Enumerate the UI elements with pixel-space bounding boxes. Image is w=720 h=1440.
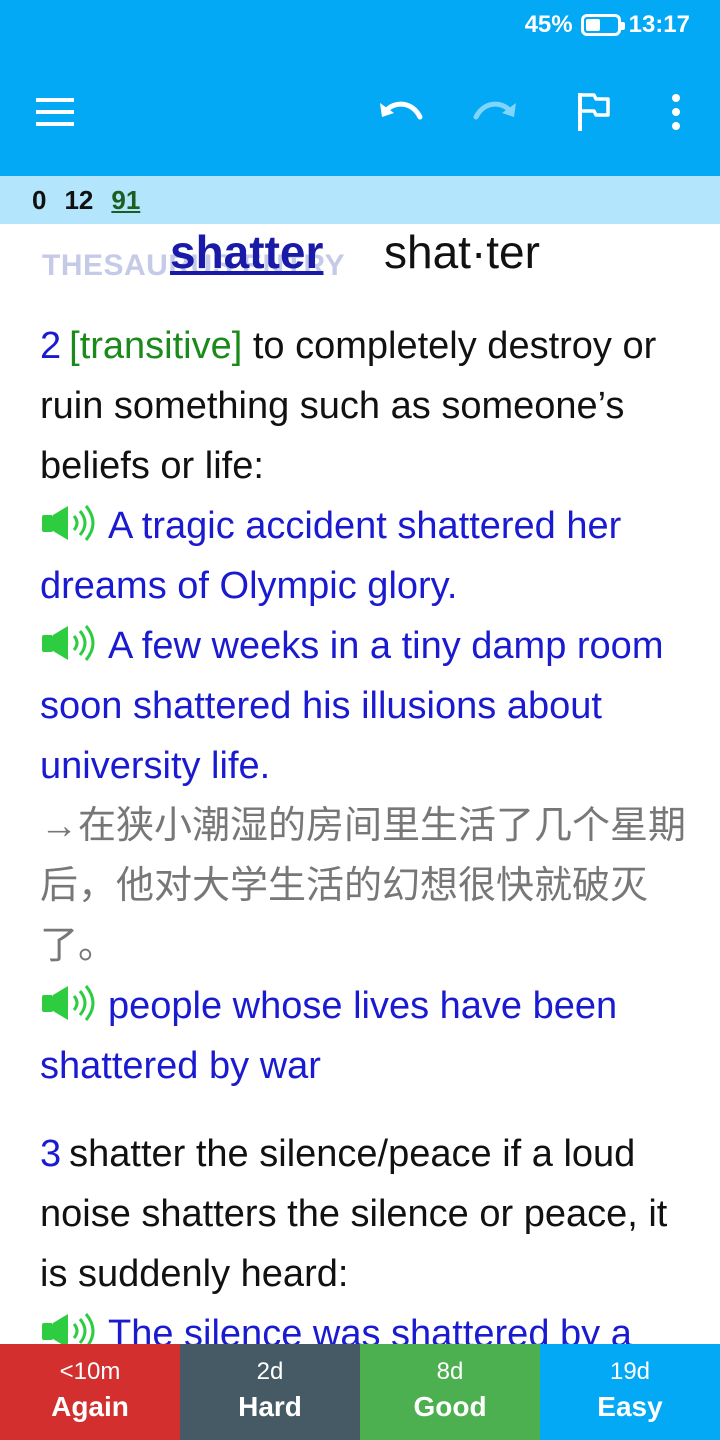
sense-3: 3 shatter the silence/peace if a loud noi… <box>40 1124 690 1344</box>
example: The silence was shattered by a <box>40 1304 690 1344</box>
good-button[interactable]: 8d Good <box>360 1344 540 1440</box>
example-translation: →在狭小潮湿的房间里生活了几个星期后，他对大学生活的幻想很快就破灭了。 <box>40 805 687 967</box>
easy-button[interactable]: 19d Easy <box>540 1344 720 1440</box>
more-vert-icon[interactable] <box>664 88 688 136</box>
again-button[interactable]: <10m Again <box>0 1344 180 1440</box>
answer-buttons: <10m Again 2d Hard 8d Good 19d Easy <box>0 1344 720 1440</box>
definition: shatter the silence/peace if a loud nois… <box>40 1133 668 1295</box>
easy-interval: 19d <box>609 1358 651 1385</box>
sense-2: 2 [transitive] to completely destroy or r… <box>40 316 690 1096</box>
example: A few weeks in a tiny damp room soon sha… <box>40 616 690 796</box>
example-text: A tragic accident shattered her dreams o… <box>40 505 622 607</box>
again-interval: <10m <box>59 1358 121 1385</box>
hard-button[interactable]: 2d Hard <box>180 1344 360 1440</box>
again-label: Again <box>51 1391 129 1422</box>
example: people whose lives have been shattered b… <box>40 976 690 1096</box>
new-count: 0 <box>32 184 47 215</box>
battery-icon <box>580 14 625 36</box>
battery-percent: 45% <box>524 11 573 38</box>
card-counts-bar: 0 12 91 <box>0 176 720 224</box>
sense-number: 2 <box>40 325 62 367</box>
example: A tragic accident shattered her dreams o… <box>40 496 690 616</box>
easy-label: Easy <box>597 1391 663 1422</box>
redo-icon[interactable] <box>472 88 518 136</box>
review-count: 91 <box>111 184 141 215</box>
speaker-icon[interactable] <box>40 1308 100 1344</box>
headword-row: THESAURUS ENTRY shatter shat·ter <box>40 224 690 282</box>
good-label: Good <box>413 1391 487 1422</box>
hard-interval: 2d <box>256 1358 284 1385</box>
headword[interactable]: shatter <box>170 224 323 282</box>
hard-label: Hard <box>238 1391 302 1422</box>
sense-number: 3 <box>40 1133 62 1175</box>
clock: 13:17 <box>628 11 690 38</box>
learning-count: 12 <box>64 184 94 215</box>
menu-icon[interactable] <box>36 88 76 136</box>
status-bar: 45% 13:17 <box>525 10 690 40</box>
example-text: people whose lives have been shattered b… <box>40 985 618 1087</box>
grammar-label: [transitive] <box>69 325 243 367</box>
flag-icon[interactable] <box>574 88 614 136</box>
good-interval: 8d <box>436 1358 464 1385</box>
card-content[interactable]: THESAURUS ENTRY shatter shat·ter 2 [trans… <box>40 224 690 1344</box>
example-text: A few weeks in a tiny damp room soon sha… <box>40 625 664 787</box>
speaker-icon[interactable] <box>40 980 100 1021</box>
undo-icon[interactable] <box>378 88 424 136</box>
speaker-icon[interactable] <box>40 500 100 541</box>
example-text: The silence was shattered by a <box>108 1313 632 1344</box>
hyphenation: shat·ter <box>384 226 540 278</box>
speaker-icon[interactable] <box>40 620 100 661</box>
app-bar: 45% 13:17 <box>0 0 720 176</box>
